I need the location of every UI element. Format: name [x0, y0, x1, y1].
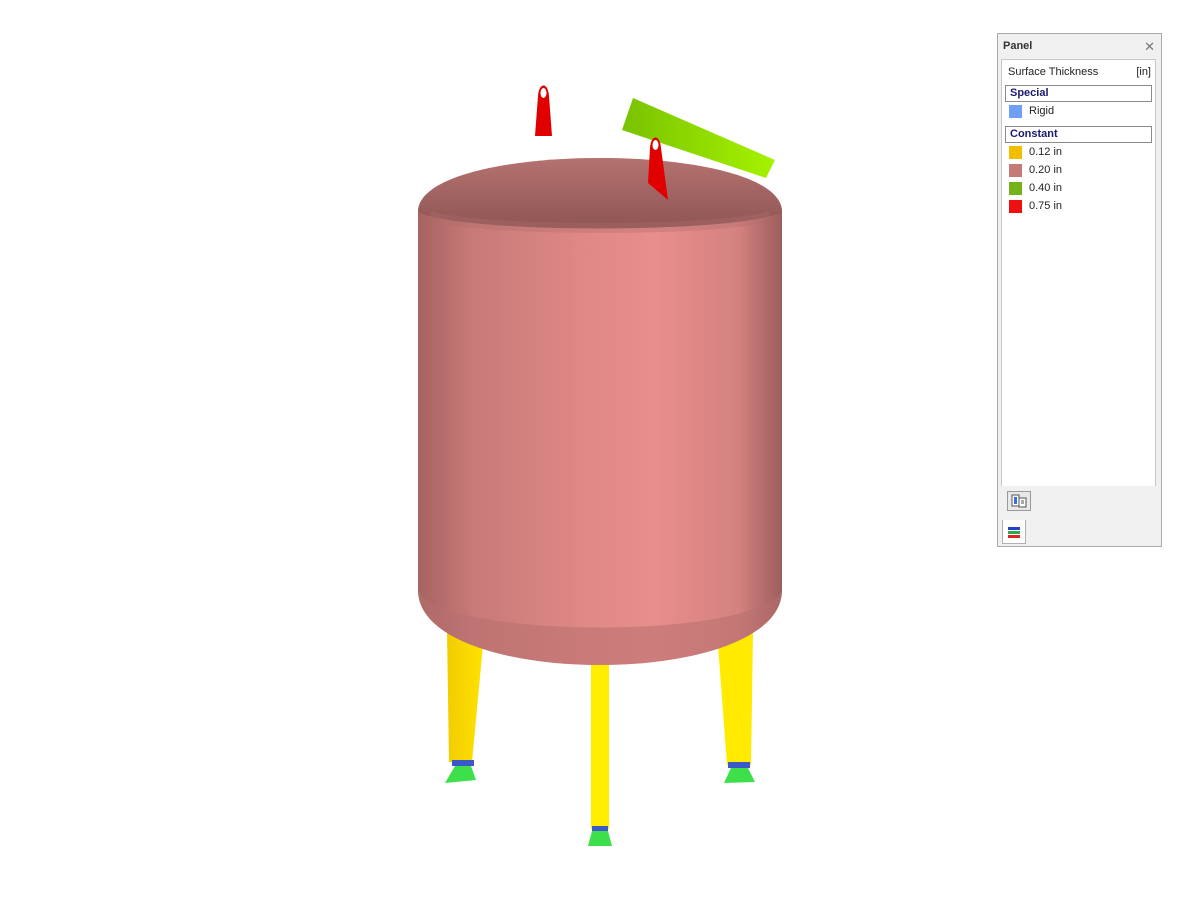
- legend-item-thickness: 0.20 in: [1002, 161, 1155, 179]
- panel-title: Panel: [1003, 40, 1033, 52]
- legend-item-thickness: 0.40 in: [1002, 179, 1155, 197]
- legend-item-label: 0.20 in: [1029, 164, 1063, 176]
- legend-item-label: 0.12 in: [1029, 146, 1063, 158]
- color-legend-icon: [1008, 526, 1020, 538]
- legend-title: Surface Thickness: [1008, 66, 1099, 78]
- legend-item-thickness: 0.12 in: [1002, 143, 1155, 161]
- legend-panel: Panel ✕ Surface Thickness [in] Special R…: [997, 33, 1162, 547]
- legend-swatch: [1009, 104, 1022, 118]
- vessel-shell[interactable]: [418, 158, 782, 665]
- panel-footer: [1001, 486, 1156, 516]
- tab-color-legend[interactable]: [1002, 520, 1026, 544]
- panel-titlebar: Panel ✕: [998, 34, 1161, 58]
- legend-swatch: [1009, 199, 1022, 213]
- group-header-constant[interactable]: Constant: [1005, 126, 1152, 143]
- legend-swatch: [1009, 145, 1022, 159]
- leg-right: [718, 630, 753, 765]
- legend-body: Surface Thickness [in] Special Rigid Con…: [1001, 59, 1156, 516]
- display-options-icon: [1011, 494, 1027, 508]
- legend-item-label: 0.40 in: [1029, 182, 1063, 194]
- legend-item-label: 0.75 in: [1029, 200, 1063, 212]
- display-options-button[interactable]: [1007, 491, 1031, 511]
- legend-item-thickness: 0.75 in: [1002, 197, 1155, 215]
- close-icon[interactable]: ✕: [1144, 40, 1155, 53]
- leg-front: [591, 654, 609, 829]
- legend-item-label: Rigid: [1029, 105, 1055, 117]
- leg-left: [447, 630, 483, 762]
- group-header-special[interactable]: Special: [1005, 85, 1152, 102]
- legend-item-rigid: Rigid: [1002, 102, 1155, 120]
- legend-header: Surface Thickness [in]: [1002, 60, 1155, 79]
- legend-swatch: [1009, 163, 1022, 177]
- legend-unit: [in]: [1136, 66, 1151, 78]
- legend-swatch: [1009, 181, 1022, 195]
